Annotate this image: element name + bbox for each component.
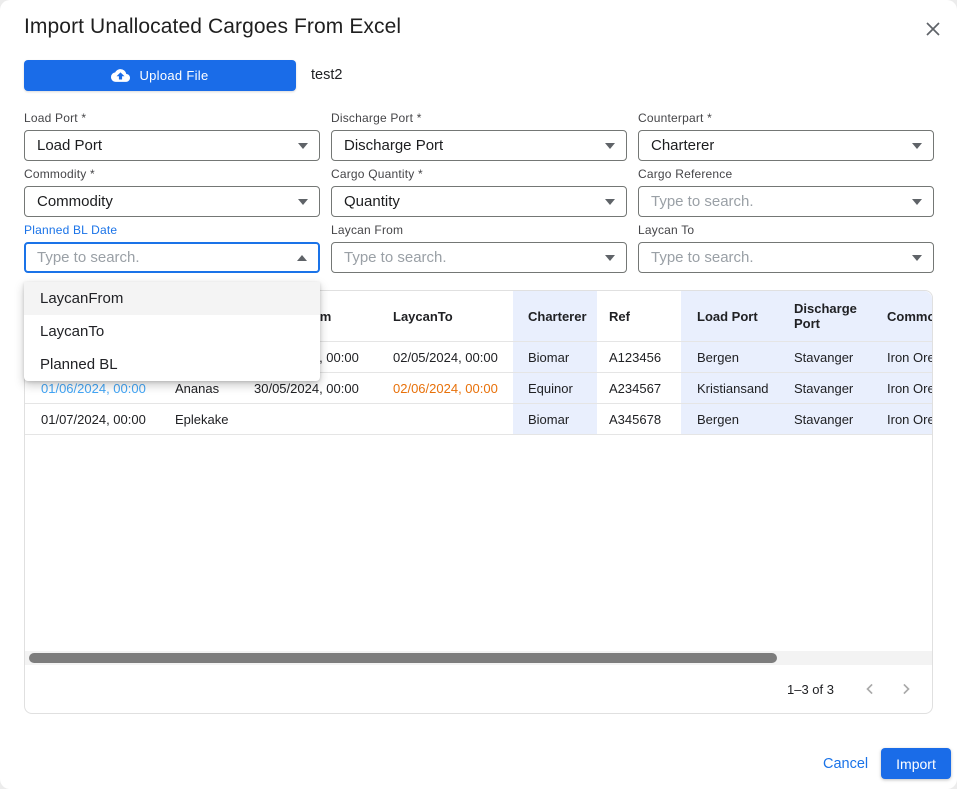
- cell-charterer: Biomar: [513, 404, 597, 434]
- chevron-up-icon: [297, 255, 307, 261]
- table-pagination: 1–3 of 3: [25, 665, 932, 713]
- cell-load-port: Bergen: [681, 404, 778, 434]
- next-page-button[interactable]: [892, 675, 920, 703]
- laycan-to-label: Laycan To: [638, 223, 934, 237]
- cargo-quantity-value: Quantity: [344, 193, 400, 210]
- dropdown-option-laycanfrom[interactable]: LaycanFrom: [24, 282, 320, 315]
- header-laycan-to: LaycanTo: [377, 291, 513, 341]
- cloud-upload-icon: [111, 66, 130, 85]
- cell-laycan-to: [377, 404, 513, 434]
- header-load-port: Load Port: [681, 291, 778, 341]
- laycan-from-placeholder: Type to search.: [344, 249, 447, 266]
- chevron-down-icon: [912, 255, 922, 261]
- cell-commodity: Iron Ore: [871, 373, 932, 403]
- cancel-button[interactable]: Cancel: [815, 749, 876, 779]
- pagination-range: 1–3 of 3: [787, 682, 834, 697]
- chevron-down-icon: [298, 143, 308, 149]
- planned-bl-date-select[interactable]: Type to search.: [24, 242, 320, 273]
- field-cargo-reference: Cargo Reference Type to search.: [638, 167, 934, 217]
- cargo-reference-select[interactable]: Type to search.: [638, 186, 934, 217]
- field-laycan-from: Laycan From Type to search.: [331, 223, 627, 273]
- counterpart-label: Counterpart *: [638, 111, 934, 125]
- load-port-label: Load Port *: [24, 111, 320, 125]
- laycan-to-placeholder: Type to search.: [651, 249, 754, 266]
- header-ref: Ref: [597, 291, 681, 341]
- page-title: Import Unallocated Cargoes From Excel: [24, 15, 401, 39]
- field-load-port: Load Port * Load Port: [24, 111, 320, 161]
- header-discharge-port: Discharge Port: [778, 291, 871, 341]
- field-planned-bl-date: Planned BL Date Type to search.: [24, 223, 320, 273]
- planned-bl-dropdown-menu: LaycanFrom LaycanTo Planned BL: [24, 282, 320, 381]
- scrollbar-thumb[interactable]: [29, 653, 777, 663]
- cargo-quantity-select[interactable]: Quantity: [331, 186, 627, 217]
- cargo-quantity-label: Cargo Quantity *: [331, 167, 627, 181]
- laycan-from-label: Laycan From: [331, 223, 627, 237]
- cell-load-port: Kristiansand: [681, 373, 778, 403]
- import-cargoes-dialog: Import Unallocated Cargoes From Excel Up…: [0, 0, 957, 789]
- cell-laycan-to: 02/05/2024, 00:00: [377, 342, 513, 372]
- cell-planned-bl: 01/07/2024, 00:00: [25, 404, 165, 434]
- chevron-down-icon: [912, 143, 922, 149]
- uploaded-file-name: test2: [311, 67, 342, 83]
- chevron-down-icon: [298, 199, 308, 205]
- commodity-select[interactable]: Commodity: [24, 186, 320, 217]
- upload-file-label: Upload File: [139, 68, 208, 83]
- field-counterpart: Counterpart * Charterer: [638, 111, 934, 161]
- laycan-from-select[interactable]: Type to search.: [331, 242, 627, 273]
- cell-ref: A123456: [597, 342, 681, 372]
- cell-name: Eplekake: [165, 404, 243, 434]
- cell-ref: A234567: [597, 373, 681, 403]
- field-cargo-quantity: Cargo Quantity * Quantity: [331, 167, 627, 217]
- chevron-down-icon: [912, 199, 922, 205]
- table-row: 01/07/2024, 00:00 Eplekake Biomar A34567…: [25, 404, 932, 435]
- load-port-select[interactable]: Load Port: [24, 130, 320, 161]
- cell-charterer: Biomar: [513, 342, 597, 372]
- cell-discharge-port: Stavanger: [778, 342, 871, 372]
- close-icon: [923, 19, 943, 39]
- close-button[interactable]: [919, 15, 947, 43]
- counterpart-select[interactable]: Charterer: [638, 130, 934, 161]
- chevron-down-icon: [605, 255, 615, 261]
- cell-laycan-to: 02/06/2024, 00:00: [377, 373, 513, 403]
- counterpart-value: Charterer: [651, 137, 714, 154]
- dropdown-option-planned-bl[interactable]: Planned BL: [24, 348, 320, 381]
- cell-commodity: Iron Ore: [871, 342, 932, 372]
- header-charterer: Charterer: [513, 291, 597, 341]
- cell-laycan-from: [243, 404, 377, 434]
- cell-discharge-port: Stavanger: [778, 404, 871, 434]
- laycan-to-select[interactable]: Type to search.: [638, 242, 934, 273]
- chevron-down-icon: [605, 199, 615, 205]
- import-button[interactable]: Import: [881, 748, 951, 779]
- chevron-down-icon: [605, 143, 615, 149]
- cargo-reference-label: Cargo Reference: [638, 167, 934, 181]
- commodity-value: Commodity: [37, 193, 113, 210]
- chevron-right-icon: [896, 679, 916, 699]
- horizontal-scrollbar[interactable]: [25, 651, 932, 665]
- discharge-port-select[interactable]: Discharge Port: [331, 130, 627, 161]
- cargo-reference-placeholder: Type to search.: [651, 193, 754, 210]
- field-discharge-port: Discharge Port * Discharge Port: [331, 111, 627, 161]
- cell-commodity: Iron Ore: [871, 404, 932, 434]
- upload-file-button[interactable]: Upload File: [24, 60, 296, 91]
- chevron-left-icon: [860, 679, 880, 699]
- commodity-label: Commodity *: [24, 167, 320, 181]
- load-port-value: Load Port: [37, 137, 102, 154]
- field-commodity: Commodity * Commodity: [24, 167, 320, 217]
- previous-page-button[interactable]: [856, 675, 884, 703]
- planned-bl-date-label: Planned BL Date: [24, 223, 320, 237]
- cell-ref: A345678: [597, 404, 681, 434]
- dropdown-option-laycanto[interactable]: LaycanTo: [24, 315, 320, 348]
- header-commodity: Commodity: [871, 291, 932, 341]
- discharge-port-value: Discharge Port: [344, 137, 443, 154]
- cell-discharge-port: Stavanger: [778, 373, 871, 403]
- planned-bl-date-placeholder: Type to search.: [37, 249, 140, 266]
- cell-charterer: Equinor: [513, 373, 597, 403]
- field-laycan-to: Laycan To Type to search.: [638, 223, 934, 273]
- discharge-port-label: Discharge Port *: [331, 111, 627, 125]
- cell-load-port: Bergen: [681, 342, 778, 372]
